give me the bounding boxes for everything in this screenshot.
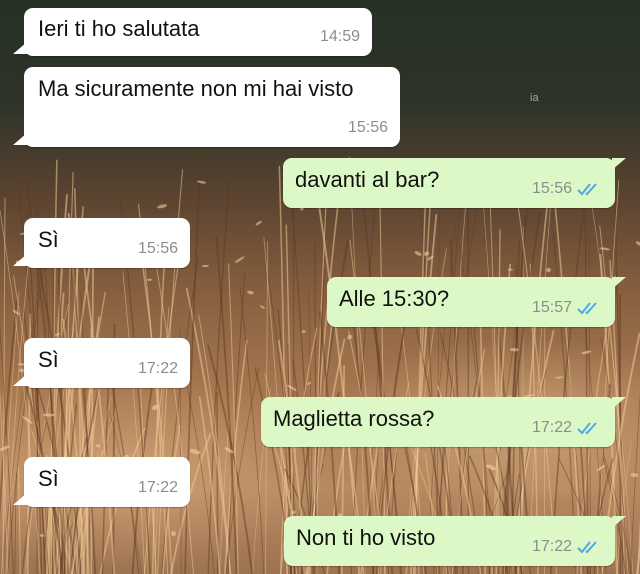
message-time: 17:22 — [531, 419, 572, 436]
message-text: davanti al bar? — [295, 167, 440, 192]
watermark-text: ia — [530, 92, 539, 104]
message-text: Non ti ho visto — [296, 525, 436, 550]
message-bubble-incoming[interactable]: Ieri ti ho salutata 14:59 — [13, 8, 372, 56]
message-time: 15:56 — [137, 240, 178, 257]
message-meta: 17:22 — [532, 414, 603, 441]
message-meta: 15:57 — [532, 294, 603, 321]
message-text: Sì — [38, 466, 59, 491]
message-time: 15:56 — [531, 180, 572, 197]
double-check-read-icon — [577, 301, 597, 314]
message-text: Alle 15:30? — [339, 286, 450, 311]
message-meta: 14:59 — [320, 23, 360, 50]
message-time: 14:59 — [319, 28, 360, 45]
message-meta: 15:56 — [348, 114, 388, 141]
message-bubble-incoming[interactable]: Sì 17:22 — [13, 338, 190, 388]
message-bubble-outgoing[interactable]: Maglietta rossa? 17:22 — [261, 397, 626, 447]
message-meta: 17:22 — [138, 355, 178, 382]
message-text: Sì — [38, 347, 59, 372]
message-bubble-incoming[interactable]: Ma sicuramente non mi hai visto 15:56 — [13, 67, 400, 147]
message-bubble-outgoing[interactable]: Non ti ho visto 17:22 — [284, 516, 626, 566]
message-text: Ieri ti ho salutata — [38, 16, 200, 41]
message-meta: 17:22 — [532, 533, 603, 560]
message-bubble-incoming[interactable]: Sì 15:56 — [13, 218, 190, 268]
message-time: 15:56 — [347, 119, 388, 136]
message-time: 17:22 — [137, 479, 178, 496]
message-bubble-outgoing[interactable]: davanti al bar? 15:56 — [283, 158, 626, 208]
double-check-read-icon — [577, 540, 597, 553]
double-check-read-icon — [577, 182, 597, 195]
message-time: 17:22 — [137, 360, 178, 377]
double-check-read-icon — [577, 421, 597, 434]
message-meta: 15:56 — [138, 235, 178, 262]
message-text: Maglietta rossa? — [273, 406, 435, 431]
message-bubble-incoming[interactable]: Sì 17:22 — [13, 457, 190, 507]
message-time: 15:57 — [531, 299, 572, 316]
message-time: 17:22 — [531, 538, 572, 555]
message-meta: 15:56 — [532, 175, 603, 202]
message-meta: 17:22 — [138, 474, 178, 501]
message-text: Ma sicuramente non mi hai visto — [38, 76, 354, 101]
message-text: Sì — [38, 227, 59, 252]
message-bubble-outgoing[interactable]: Alle 15:30? 15:57 — [327, 277, 626, 327]
